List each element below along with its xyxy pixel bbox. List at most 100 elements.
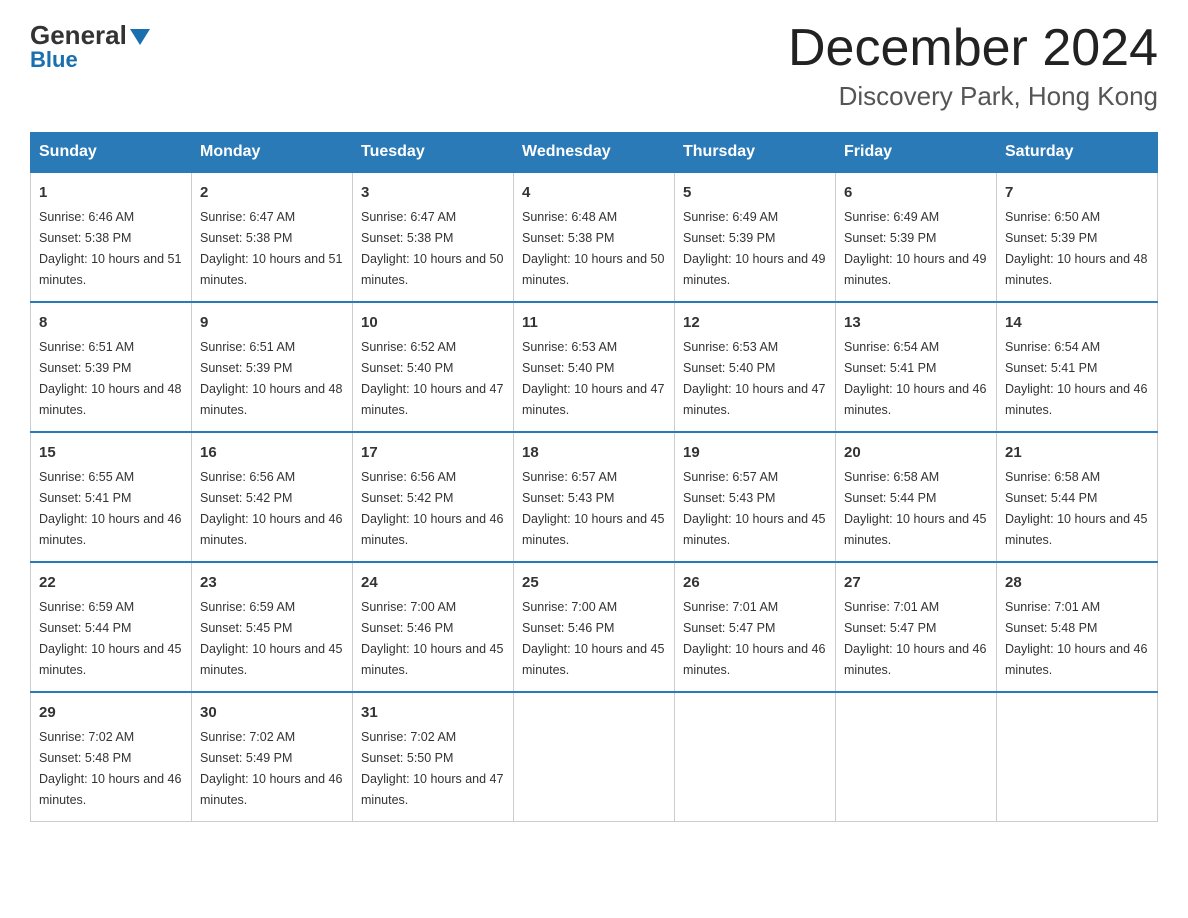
calendar-day-cell: 7 Sunrise: 6:50 AMSunset: 5:39 PMDaylight…	[997, 172, 1158, 302]
calendar-day-cell: 27 Sunrise: 7:01 AMSunset: 5:47 PMDayligh…	[836, 562, 997, 692]
calendar-day-cell	[997, 692, 1158, 821]
calendar-day-cell: 22 Sunrise: 6:59 AMSunset: 5:44 PMDayligh…	[31, 562, 192, 692]
day-number: 30	[200, 701, 344, 724]
col-header-friday: Friday	[836, 133, 997, 173]
calendar-day-cell: 28 Sunrise: 7:01 AMSunset: 5:48 PMDayligh…	[997, 562, 1158, 692]
day-info: Sunrise: 6:59 AMSunset: 5:45 PMDaylight:…	[200, 600, 342, 677]
day-number: 28	[1005, 571, 1149, 594]
day-number: 15	[39, 441, 183, 464]
day-number: 26	[683, 571, 827, 594]
day-number: 6	[844, 181, 988, 204]
day-number: 18	[522, 441, 666, 464]
page-header: General Blue December 2024 Discovery Par…	[30, 20, 1158, 112]
calendar-day-cell: 12 Sunrise: 6:53 AMSunset: 5:40 PMDayligh…	[675, 302, 836, 432]
calendar-day-cell: 1 Sunrise: 6:46 AMSunset: 5:38 PMDaylight…	[31, 172, 192, 302]
day-info: Sunrise: 7:02 AMSunset: 5:49 PMDaylight:…	[200, 730, 342, 807]
calendar-day-cell: 31 Sunrise: 7:02 AMSunset: 5:50 PMDayligh…	[353, 692, 514, 821]
calendar-day-cell: 4Sunrise: 6:48 AMSunset: 5:38 PMDaylight…	[514, 172, 675, 302]
calendar-day-cell: 11Sunrise: 6:53 AMSunset: 5:40 PMDayligh…	[514, 302, 675, 432]
day-number: 17	[361, 441, 505, 464]
day-info: Sunrise: 7:00 AMSunset: 5:46 PMDaylight:…	[361, 600, 503, 677]
calendar-week-row: 29 Sunrise: 7:02 AMSunset: 5:48 PMDayligh…	[31, 692, 1158, 821]
day-info: Sunrise: 6:47 AMSunset: 5:38 PMDaylight:…	[361, 210, 503, 287]
day-number: 23	[200, 571, 344, 594]
col-header-saturday: Saturday	[997, 133, 1158, 173]
day-info: Sunrise: 7:02 AMSunset: 5:50 PMDaylight:…	[361, 730, 503, 807]
calendar-day-cell: 23 Sunrise: 6:59 AMSunset: 5:45 PMDayligh…	[192, 562, 353, 692]
day-number: 3	[361, 181, 505, 204]
day-number: 31	[361, 701, 505, 724]
calendar-day-cell: 15 Sunrise: 6:55 AMSunset: 5:41 PMDayligh…	[31, 432, 192, 562]
col-header-thursday: Thursday	[675, 133, 836, 173]
day-info: Sunrise: 6:52 AMSunset: 5:40 PMDaylight:…	[361, 340, 503, 417]
day-number: 27	[844, 571, 988, 594]
day-number: 21	[1005, 441, 1149, 464]
col-header-sunday: Sunday	[31, 133, 192, 173]
day-number: 24	[361, 571, 505, 594]
day-info: Sunrise: 7:00 AMSunset: 5:46 PMDaylight:…	[522, 600, 664, 677]
day-info: Sunrise: 6:56 AMSunset: 5:42 PMDaylight:…	[200, 470, 342, 547]
day-info: Sunrise: 6:53 AMSunset: 5:40 PMDaylight:…	[683, 340, 825, 417]
day-info: Sunrise: 6:59 AMSunset: 5:44 PMDaylight:…	[39, 600, 181, 677]
logo-triangle-icon	[130, 29, 150, 45]
day-number: 22	[39, 571, 183, 594]
day-number: 20	[844, 441, 988, 464]
calendar-day-cell: 9Sunrise: 6:51 AMSunset: 5:39 PMDaylight…	[192, 302, 353, 432]
day-number: 12	[683, 311, 827, 334]
day-info: Sunrise: 6:57 AMSunset: 5:43 PMDaylight:…	[683, 470, 825, 547]
day-number: 25	[522, 571, 666, 594]
day-number: 1	[39, 181, 183, 204]
day-info: Sunrise: 6:54 AMSunset: 5:41 PMDaylight:…	[1005, 340, 1147, 417]
day-info: Sunrise: 6:51 AMSunset: 5:39 PMDaylight:…	[200, 340, 342, 417]
day-info: Sunrise: 6:49 AMSunset: 5:39 PMDaylight:…	[844, 210, 986, 287]
day-info: Sunrise: 7:01 AMSunset: 5:48 PMDaylight:…	[1005, 600, 1147, 677]
day-info: Sunrise: 6:54 AMSunset: 5:41 PMDaylight:…	[844, 340, 986, 417]
calendar-day-cell: 20 Sunrise: 6:58 AMSunset: 5:44 PMDayligh…	[836, 432, 997, 562]
day-info: Sunrise: 6:57 AMSunset: 5:43 PMDaylight:…	[522, 470, 664, 547]
day-info: Sunrise: 6:47 AMSunset: 5:38 PMDaylight:…	[200, 210, 342, 287]
calendar-day-cell: 16 Sunrise: 6:56 AMSunset: 5:42 PMDayligh…	[192, 432, 353, 562]
calendar-week-row: 1 Sunrise: 6:46 AMSunset: 5:38 PMDaylight…	[31, 172, 1158, 302]
day-number: 10	[361, 311, 505, 334]
calendar-day-cell: 2 Sunrise: 6:47 AMSunset: 5:38 PMDaylight…	[192, 172, 353, 302]
calendar-day-cell: 21 Sunrise: 6:58 AMSunset: 5:44 PMDayligh…	[997, 432, 1158, 562]
day-info: Sunrise: 6:58 AMSunset: 5:44 PMDaylight:…	[844, 470, 986, 547]
day-number: 16	[200, 441, 344, 464]
calendar-day-cell: 10 Sunrise: 6:52 AMSunset: 5:40 PMDayligh…	[353, 302, 514, 432]
calendar-day-cell: 18 Sunrise: 6:57 AMSunset: 5:43 PMDayligh…	[514, 432, 675, 562]
calendar-day-cell: 3 Sunrise: 6:47 AMSunset: 5:38 PMDaylight…	[353, 172, 514, 302]
logo-blue: Blue	[30, 47, 78, 73]
calendar-day-cell: 13 Sunrise: 6:54 AMSunset: 5:41 PMDayligh…	[836, 302, 997, 432]
calendar-day-cell: 30 Sunrise: 7:02 AMSunset: 5:49 PMDayligh…	[192, 692, 353, 821]
day-number: 4	[522, 181, 666, 204]
day-number: 13	[844, 311, 988, 334]
calendar-day-cell: 8Sunrise: 6:51 AMSunset: 5:39 PMDaylight…	[31, 302, 192, 432]
col-header-wednesday: Wednesday	[514, 133, 675, 173]
day-info: Sunrise: 6:50 AMSunset: 5:39 PMDaylight:…	[1005, 210, 1147, 287]
day-info: Sunrise: 6:55 AMSunset: 5:41 PMDaylight:…	[39, 470, 181, 547]
calendar-day-cell: 29 Sunrise: 7:02 AMSunset: 5:48 PMDayligh…	[31, 692, 192, 821]
title-block: December 2024 Discovery Park, Hong Kong	[788, 20, 1158, 112]
day-info: Sunrise: 7:01 AMSunset: 5:47 PMDaylight:…	[683, 600, 825, 677]
calendar-week-row: 22 Sunrise: 6:59 AMSunset: 5:44 PMDayligh…	[31, 562, 1158, 692]
day-info: Sunrise: 6:56 AMSunset: 5:42 PMDaylight:…	[361, 470, 503, 547]
col-header-monday: Monday	[192, 133, 353, 173]
day-info: Sunrise: 6:46 AMSunset: 5:38 PMDaylight:…	[39, 210, 181, 287]
day-number: 5	[683, 181, 827, 204]
day-info: Sunrise: 6:58 AMSunset: 5:44 PMDaylight:…	[1005, 470, 1147, 547]
day-number: 29	[39, 701, 183, 724]
calendar-day-cell: 17 Sunrise: 6:56 AMSunset: 5:42 PMDayligh…	[353, 432, 514, 562]
day-info: Sunrise: 7:02 AMSunset: 5:48 PMDaylight:…	[39, 730, 181, 807]
day-number: 7	[1005, 181, 1149, 204]
calendar-day-cell: 19Sunrise: 6:57 AMSunset: 5:43 PMDayligh…	[675, 432, 836, 562]
day-number: 2	[200, 181, 344, 204]
day-info: Sunrise: 6:51 AMSunset: 5:39 PMDaylight:…	[39, 340, 181, 417]
calendar-day-cell	[514, 692, 675, 821]
day-info: Sunrise: 7:01 AMSunset: 5:47 PMDaylight:…	[844, 600, 986, 677]
location-title: Discovery Park, Hong Kong	[788, 81, 1158, 112]
calendar-table: SundayMondayTuesdayWednesdayThursdayFrid…	[30, 132, 1158, 822]
day-info: Sunrise: 6:49 AMSunset: 5:39 PMDaylight:…	[683, 210, 825, 287]
calendar-day-cell: 26 Sunrise: 7:01 AMSunset: 5:47 PMDayligh…	[675, 562, 836, 692]
calendar-day-cell: 24 Sunrise: 7:00 AMSunset: 5:46 PMDayligh…	[353, 562, 514, 692]
calendar-day-cell: 14Sunrise: 6:54 AMSunset: 5:41 PMDayligh…	[997, 302, 1158, 432]
